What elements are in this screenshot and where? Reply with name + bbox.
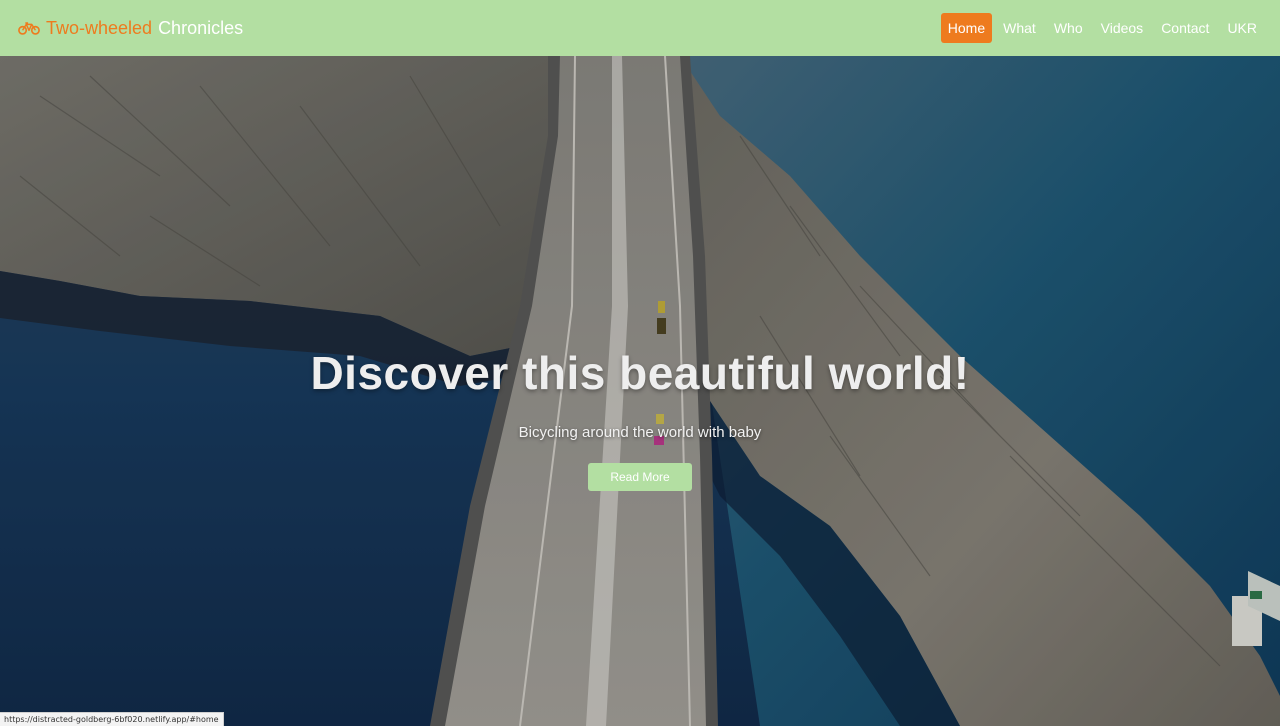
hero-section: Discover this beautiful world! Bicycling… (0, 56, 1280, 726)
navbar: Two-wheeled Chronicles Home What Who Vid… (0, 0, 1280, 56)
nav-item-what[interactable]: What (996, 13, 1043, 43)
page: Two-wheeled Chronicles Home What Who Vid… (0, 0, 1280, 726)
nav-item-videos[interactable]: Videos (1094, 13, 1151, 43)
brand-logo-link[interactable]: Two-wheeled Chronicles (18, 18, 243, 39)
read-more-button[interactable]: Read More (588, 463, 692, 491)
hero-title: Discover this beautiful world! (310, 347, 970, 399)
hero-content: Discover this beautiful world! Bicycling… (0, 346, 1280, 491)
status-bar-url: https://distracted-goldberg-6bf020.netli… (0, 712, 224, 726)
bicycle-icon (18, 22, 40, 35)
nav-item-contact[interactable]: Contact (1154, 13, 1216, 43)
nav-item-home[interactable]: Home (940, 13, 993, 43)
nav-item-who[interactable]: Who (1047, 13, 1090, 43)
brand-name-rest: Chronicles (158, 17, 244, 38)
hero-subtitle: Bicycling around the world with baby (518, 424, 762, 441)
nav-item-language-ukr[interactable]: UKR (1220, 13, 1264, 43)
brand-name-accent: Two-wheeled (46, 17, 153, 38)
main-nav: Home What Who Videos Contact UKR (940, 13, 1264, 43)
